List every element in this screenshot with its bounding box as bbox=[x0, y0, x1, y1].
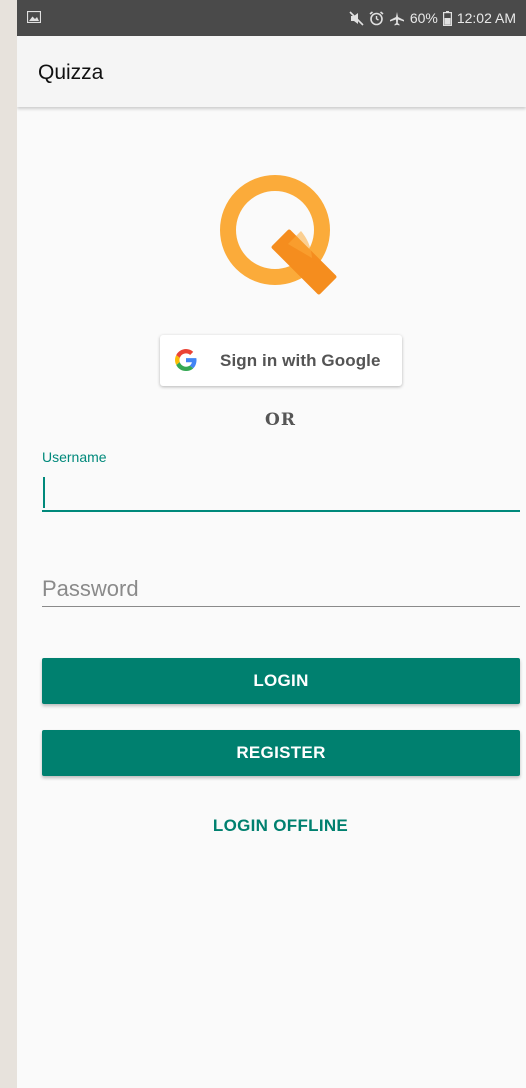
google-g-icon bbox=[175, 349, 197, 371]
battery-percent: 60% bbox=[409, 10, 438, 26]
username-underline bbox=[42, 510, 520, 512]
app-title: Quizza bbox=[38, 61, 104, 84]
airplane-icon bbox=[389, 11, 404, 25]
register-button[interactable]: REGISTER bbox=[42, 730, 520, 776]
password-input[interactable] bbox=[42, 570, 520, 608]
username-label: Username bbox=[42, 449, 107, 465]
alarm-icon bbox=[369, 10, 384, 25]
login-offline-button[interactable]: LOGIN OFFLINE bbox=[17, 816, 526, 836]
password-field[interactable] bbox=[42, 570, 520, 608]
app-bar: Quizza bbox=[17, 36, 526, 107]
battery-icon bbox=[442, 10, 452, 26]
status-bar: 60% 12:02 AM bbox=[17, 0, 526, 36]
status-right-group: 60% 12:02 AM bbox=[349, 10, 516, 26]
or-divider: OR bbox=[265, 410, 296, 430]
google-sign-in-label: Sign in with Google bbox=[220, 351, 381, 370]
status-time: 12:02 AM bbox=[456, 10, 516, 26]
username-field[interactable] bbox=[42, 472, 520, 512]
gallery-icon bbox=[27, 11, 41, 23]
google-sign-in-button[interactable]: Sign in with Google bbox=[160, 335, 402, 386]
password-underline bbox=[42, 606, 520, 607]
username-input[interactable] bbox=[42, 472, 520, 512]
app-screen: 60% 12:02 AM Quizza Sign in with Google … bbox=[17, 0, 526, 1088]
quizza-q-logo bbox=[220, 175, 337, 295]
login-button[interactable]: LOGIN bbox=[42, 658, 520, 704]
mute-icon bbox=[349, 10, 364, 26]
